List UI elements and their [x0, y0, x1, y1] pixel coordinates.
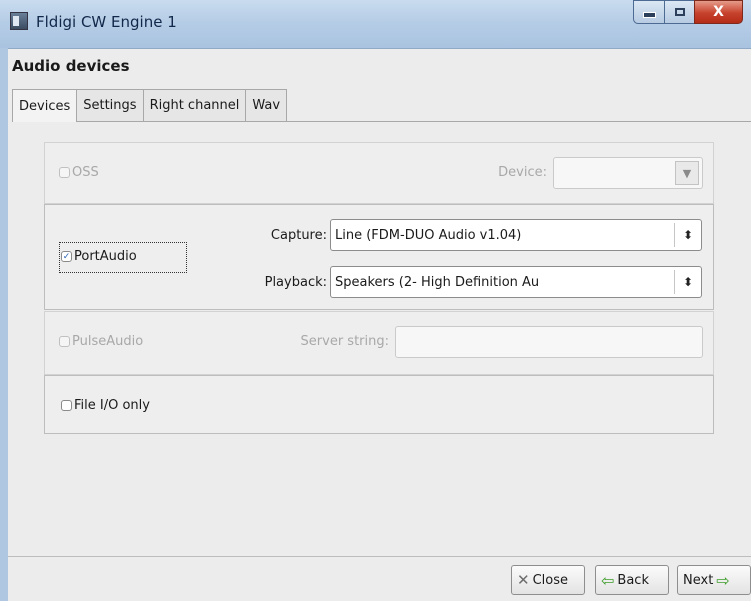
capture-label: Capture:: [270, 228, 327, 243]
playback-value: Speakers (2- High Definition Au: [335, 274, 540, 290]
title-bar: Fldigi CW Engine 1 X: [0, 0, 751, 49]
oss-checkbox[interactable]: OSS: [59, 165, 99, 180]
window-frame-left: [0, 48, 8, 601]
spin-updown-icon: ⬍: [674, 223, 701, 247]
spin-updown-icon: ⬍: [674, 270, 701, 294]
tab-devices[interactable]: Devices: [12, 89, 78, 122]
chevron-down-icon: ▼: [675, 161, 699, 185]
close-button-label: Close: [532, 572, 568, 588]
check-icon: ✓: [61, 251, 72, 262]
file-io-label: File I/O only: [74, 398, 150, 413]
server-string-input[interactable]: [395, 326, 703, 358]
oss-device-select[interactable]: ▼: [553, 157, 703, 189]
file-io-checkbox-box: [61, 400, 72, 411]
tab-bar: Devices Settings Right channel Wav: [12, 89, 288, 122]
close-icon: ✕: [517, 571, 530, 589]
close-button[interactable]: ✕ Close: [511, 565, 585, 595]
minimize-icon: [642, 12, 656, 18]
portaudio-group: ✓ PortAudio Capture: Line (FDM-DUO Audio…: [44, 204, 714, 310]
file-io-checkbox[interactable]: File I/O only: [61, 398, 150, 413]
playback-label: Playback:: [264, 275, 327, 290]
portaudio-checkbox[interactable]: ✓ PortAudio: [61, 249, 137, 264]
next-button[interactable]: Next ⇨: [677, 565, 751, 595]
device-label: Device:: [498, 165, 547, 180]
caption-buttons: X: [633, 0, 743, 30]
dialog-client: Audio devices Devices Settings Right cha…: [8, 49, 751, 601]
server-string-label: Server string:: [300, 334, 389, 349]
tab-wav[interactable]: Wav: [245, 89, 288, 121]
oss-checkbox-box: [59, 167, 70, 178]
back-button-label: Back: [617, 572, 649, 588]
tab-right-channel[interactable]: Right channel: [142, 89, 247, 121]
pulseaudio-checkbox[interactable]: PulseAudio: [59, 334, 143, 349]
pulseaudio-label: PulseAudio: [72, 334, 144, 349]
window-title: Fldigi CW Engine 1: [36, 13, 177, 31]
minimize-button[interactable]: [633, 0, 664, 24]
next-arrow-icon: ⇨: [716, 570, 730, 590]
back-button[interactable]: ⇦ Back: [595, 565, 669, 595]
oss-group: OSS Device: ▼: [44, 142, 714, 204]
pulseaudio-checkbox-box: [59, 336, 70, 347]
page-title: Audio devices: [12, 57, 130, 75]
tab-panel-border: [12, 121, 751, 122]
capture-select[interactable]: Line (FDM-DUO Audio v1.04) ⬍: [330, 219, 702, 251]
file-io-group: File I/O only: [44, 375, 714, 434]
back-arrow-icon: ⇦: [601, 570, 615, 590]
maximize-icon: [674, 8, 685, 16]
button-bar-divider: [8, 556, 751, 557]
close-icon: X: [713, 4, 724, 20]
app-icon: [10, 12, 28, 30]
playback-select[interactable]: Speakers (2- High Definition Au ⬍: [330, 266, 702, 298]
next-button-label: Next: [683, 572, 714, 588]
maximize-button[interactable]: [664, 0, 694, 24]
capture-value: Line (FDM-DUO Audio v1.04): [335, 227, 522, 243]
tab-settings[interactable]: Settings: [76, 89, 144, 121]
pulseaudio-group: PulseAudio Server string:: [44, 311, 714, 375]
oss-label: OSS: [72, 165, 99, 180]
portaudio-label: PortAudio: [74, 249, 137, 264]
window-close-button[interactable]: X: [694, 0, 743, 24]
